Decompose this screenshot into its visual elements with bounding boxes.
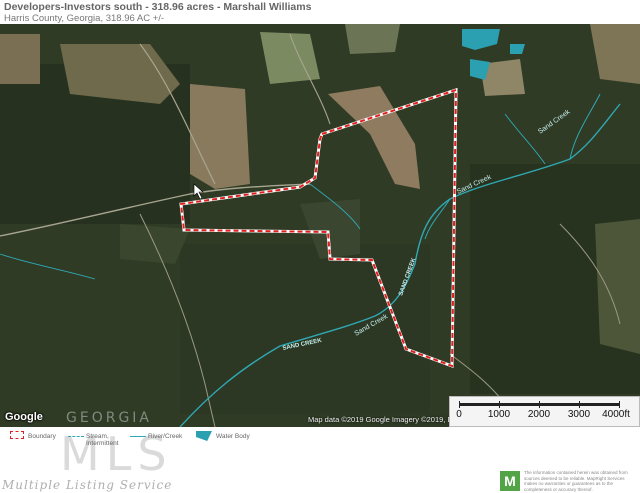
scale-label: 0	[456, 409, 462, 420]
legend-boundary: Boundary	[28, 433, 56, 440]
forest-area	[180, 244, 430, 414]
scale-label: 2000	[527, 409, 551, 420]
clearing	[0, 34, 40, 84]
scale-label: 3000	[567, 409, 591, 420]
map-canvas[interactable]: Sand Creek Sand Creek SAND CREEK SAND CR…	[0, 24, 640, 427]
legend-stream: Stream, Intermittent	[86, 433, 119, 447]
boundary-swatch	[10, 431, 24, 439]
scale-tick	[579, 401, 580, 408]
satellite-map[interactable]: Sand Creek Sand Creek SAND CREEK SAND CR…	[0, 24, 640, 427]
watermark-tagline: Multiple Listing Service	[2, 478, 173, 492]
mapright-logo: M	[500, 471, 520, 491]
water-body-swatch	[196, 431, 212, 441]
page-title: Developers-Investors south - 318.96 acre…	[4, 1, 312, 13]
stream-swatch	[68, 436, 84, 437]
clearing	[345, 24, 400, 54]
clearing	[595, 219, 640, 354]
legend-water-body: Water Body	[216, 433, 250, 440]
google-logo: Google	[5, 411, 43, 423]
scale-tick	[459, 401, 460, 408]
clearing	[190, 84, 250, 189]
page-subtitle: Harris County, Georgia, 318.96 AC +/-	[4, 13, 165, 24]
legend: MLS Boundary Stream, Intermittent River/…	[0, 427, 640, 493]
legend-river: River/Creek	[148, 433, 183, 440]
map-attribution[interactable]: Map data ©2019 Google Imagery ©2019, Dig	[308, 415, 459, 424]
river-swatch	[130, 436, 146, 437]
clearing	[260, 32, 320, 84]
header: Developers-Investors south - 318.96 acre…	[0, 0, 640, 24]
watermark-overlay: GEORGIA	[66, 410, 152, 426]
scale-tick	[539, 401, 540, 408]
scale-label: 4000ft	[602, 409, 630, 420]
scale-tick	[499, 401, 500, 408]
scale-tick	[619, 401, 620, 408]
scale-bar: 0 1000 2000 3000 4000ft	[449, 396, 640, 427]
scale-label: 1000	[487, 409, 511, 420]
disclaimer-text: The information contained herein was obt…	[524, 470, 628, 492]
